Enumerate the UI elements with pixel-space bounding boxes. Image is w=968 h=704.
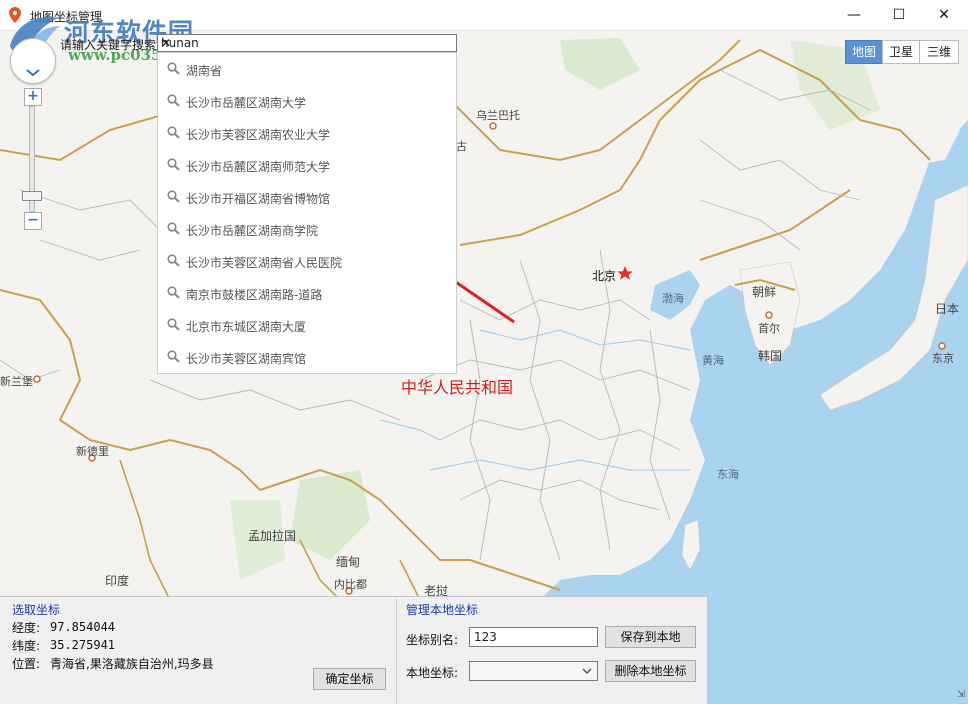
suggestion-label: 湖南省 [186, 64, 223, 78]
tab-satellite[interactable]: 卫星 [882, 40, 920, 64]
minimize-button[interactable]: — [831, 0, 877, 30]
country-label: 中华人民共和国 [401, 378, 514, 397]
suggestion-item[interactable]: 长沙市岳麓区湖南师范大学 [158, 149, 456, 181]
label-wulanbatuo: 乌兰巴托 [476, 109, 520, 122]
maximize-button[interactable]: ☐ [876, 0, 922, 30]
zoom-in-button[interactable]: + [24, 88, 42, 106]
label-beijing: 北京 [592, 269, 617, 283]
suggestion-item[interactable]: 长沙市芙蓉区湖南省人民医院 [158, 245, 456, 277]
delete-local-button[interactable]: 删除本地坐标 [605, 660, 696, 682]
label-bohai: 渤海 [662, 292, 684, 305]
longitude-label: 经度: [12, 621, 41, 635]
search-icon [167, 286, 180, 299]
label-dongjing: 东京 [932, 352, 954, 365]
search-icon [167, 94, 180, 107]
suggestion-item[interactable]: 长沙市开福区湖南省博物馆 [158, 181, 456, 213]
zoom-out-button[interactable]: − [24, 212, 42, 230]
suggestion-label: 长沙市芙蓉区湖南省人民医院 [186, 256, 343, 270]
save-local-button[interactable]: 保存到本地 [605, 626, 696, 648]
pan-control[interactable] [10, 38, 56, 84]
search-icon [167, 158, 180, 171]
label-gu: 古 [456, 140, 467, 153]
suggestion-label: 长沙市岳麓区湖南师范大学 [186, 160, 331, 174]
confirm-coord-button[interactable]: 确定坐标 [313, 668, 386, 690]
suggestion-label: 南京市鼓楼区湖南路-道路 [186, 288, 323, 302]
label-hanguo: 韩国 [758, 349, 783, 363]
position-value: 青海省,果洛藏族自治州,玛多县 [50, 657, 214, 671]
chevron-down-icon [582, 668, 592, 674]
tab-3d[interactable]: 三维 [919, 40, 959, 64]
search-icon [167, 222, 180, 235]
search-icon [167, 190, 180, 203]
suggestion-label: 长沙市岳麓区湖南商学院 [186, 224, 319, 238]
label-shouer: 首尔 [758, 322, 780, 335]
manage-local-title: 管理本地坐标 [406, 603, 479, 617]
zoom-slider[interactable]: + − [22, 88, 42, 230]
local-coord-select[interactable] [469, 661, 598, 681]
search-icon [167, 62, 180, 75]
alias-input[interactable]: 123 [469, 627, 598, 647]
position-label: 位置: [12, 657, 41, 671]
label-xindeli: 新德里 [76, 445, 109, 458]
latitude-label: 纬度: [12, 639, 41, 653]
search-label: 请输入关键字搜索 [60, 38, 157, 52]
search-icon [167, 350, 180, 363]
label-donghai: 东海 [717, 468, 739, 481]
longitude-value: 97.854044 [50, 620, 116, 634]
label-xinlanbao: 新兰堡 [0, 375, 33, 388]
alias-label: 坐标别名: [406, 633, 459, 647]
label-huanghai: 黄海 [702, 354, 724, 367]
label-miandian: 缅甸 [336, 555, 361, 569]
suggestion-item[interactable]: 长沙市芙蓉区湖南宾馆 [158, 341, 456, 373]
suggestion-item[interactable]: 南京市鼓楼区湖南路-道路 [158, 277, 456, 309]
label-mengjiala: 孟加拉国 [248, 529, 297, 543]
search-icon [167, 318, 180, 331]
search-input[interactable]: hunan ✕ [157, 34, 457, 52]
suggestion-label: 长沙市芙蓉区湖南宾馆 [186, 352, 307, 366]
search-icon [167, 254, 180, 267]
label-yindu: 印度 [105, 574, 130, 588]
search-suggestions: 湖南省 长沙市岳麓区湖南大学 长沙市芙蓉区湖南农业大学 长沙市岳麓区湖南师范大学… [157, 52, 457, 374]
suggestion-label: 长沙市开福区湖南省博物馆 [186, 192, 331, 206]
close-button[interactable]: ✕ [921, 0, 967, 30]
suggestion-label: 长沙市岳麓区湖南大学 [186, 96, 307, 110]
suggestion-item[interactable]: 长沙市芙蓉区湖南农业大学 [158, 117, 456, 149]
label-riben: 日本 [935, 302, 960, 316]
tab-map[interactable]: 地图 [845, 40, 883, 64]
clear-search-button[interactable]: ✕ [161, 36, 453, 50]
suggestion-item[interactable]: 北京市东城区湖南大厦 [158, 309, 456, 341]
label-chaoxian: 朝鲜 [752, 285, 777, 299]
picked-coord-title: 选取坐标 [12, 603, 61, 617]
zoom-thumb[interactable] [22, 191, 42, 201]
latitude-value: 35.275941 [50, 638, 116, 652]
suggestion-label: 北京市东城区湖南大厦 [186, 320, 307, 334]
search-icon [167, 126, 180, 139]
suggestion-label: 长沙市芙蓉区湖南农业大学 [186, 128, 331, 142]
panel-divider [396, 597, 397, 704]
alias-input-value: 123 [474, 630, 497, 644]
suggestion-item[interactable]: 长沙市岳麓区湖南商学院 [158, 213, 456, 245]
suggestion-item[interactable]: 湖南省 [158, 53, 456, 85]
local-coord-label: 本地坐标: [406, 666, 459, 680]
bottom-panel: 选取坐标 经度: 97.854044 纬度: 35.275941 位置: 青海省… [0, 596, 708, 704]
label-neibidu: 内比都 [334, 578, 367, 591]
chevron-down-icon [26, 69, 40, 77]
resize-grip-icon[interactable]: ⇲ [957, 689, 965, 700]
suggestion-item[interactable]: 长沙市岳麓区湖南大学 [158, 85, 456, 117]
